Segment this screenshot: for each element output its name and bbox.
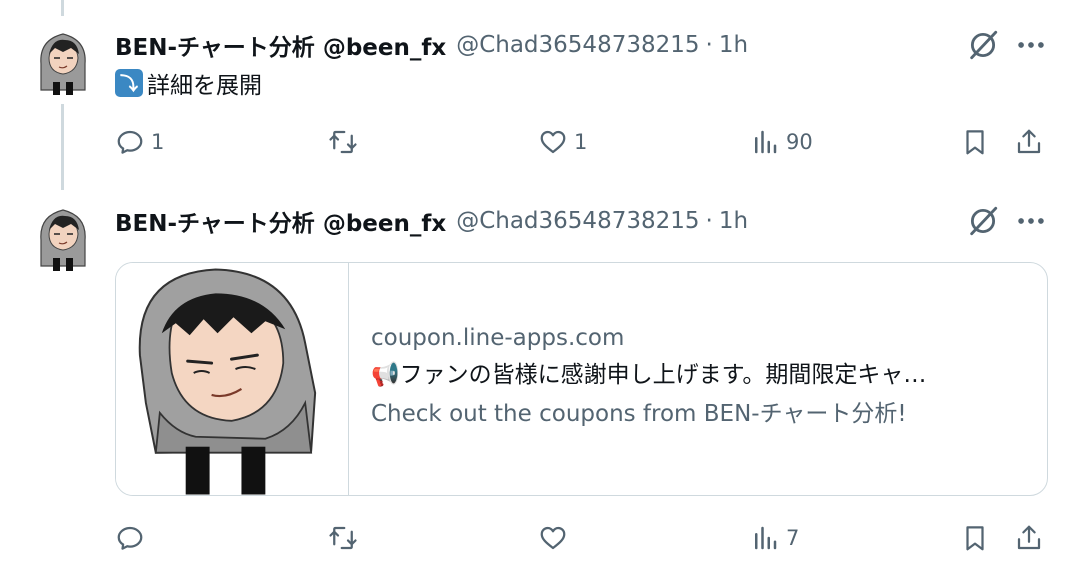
thread-connector-line <box>61 0 64 16</box>
bookmark-icon <box>960 127 990 157</box>
reply-button[interactable] <box>115 518 151 558</box>
views-count: 90 <box>786 130 813 154</box>
share-button[interactable] <box>1014 518 1044 558</box>
share-icon <box>1014 523 1044 553</box>
reply-icon <box>115 523 145 553</box>
action-bar: 7 <box>0 518 1090 558</box>
tweet-header: BEN-チャート分析 @been_fx @Chad36548738215 · 1… <box>115 28 748 62</box>
timestamp[interactable]: 1h <box>719 208 748 234</box>
separator-dot: · <box>705 32 713 58</box>
bookmark-button[interactable] <box>960 122 990 162</box>
link-card[interactable]: coupon.line-apps.com 📢ファンの皆様に感謝申し上げます。期間… <box>115 262 1048 496</box>
bookmark-icon <box>960 523 990 553</box>
more-dots-icon[interactable] <box>1014 204 1048 238</box>
separator-dot: · <box>705 208 713 234</box>
like-button[interactable] <box>538 518 574 558</box>
views-button[interactable]: 90 <box>750 122 813 162</box>
retweet-icon <box>328 523 358 553</box>
reply-icon <box>115 127 145 157</box>
action-bar: 1 1 90 <box>0 122 1090 162</box>
views-button[interactable]: 7 <box>750 518 799 558</box>
card-domain: coupon.line-apps.com <box>371 325 625 351</box>
share-icon <box>1014 127 1044 157</box>
tweet[interactable]: BEN-チャート分析 @been_fx @Chad36548738215 · 1… <box>0 16 1090 192</box>
heart-icon <box>538 523 568 553</box>
views-chart-icon <box>750 523 780 553</box>
avatar[interactable] <box>33 200 93 272</box>
grok-icon[interactable] <box>966 28 1000 62</box>
grok-icon[interactable] <box>966 204 1000 238</box>
views-count: 7 <box>786 526 800 550</box>
retweet-button[interactable] <box>328 122 364 162</box>
avatar[interactable] <box>33 24 93 96</box>
card-title: 📢ファンの皆様に感謝申し上げます。期間限定キャ… <box>371 362 927 388</box>
reply-count: 1 <box>151 130 165 154</box>
share-button[interactable] <box>1014 122 1044 162</box>
tweet-text: ⤵ 詳細を展開 <box>115 66 262 100</box>
card-description: Check out the coupons from BEN-チャート分析! <box>371 401 907 427</box>
author-handle[interactable]: @Chad36548738215 <box>456 208 699 234</box>
views-chart-icon <box>750 127 780 157</box>
author-handle[interactable]: @Chad36548738215 <box>456 32 699 58</box>
more-dots-icon[interactable] <box>1014 28 1048 62</box>
bookmark-button[interactable] <box>960 518 990 558</box>
retweet-button[interactable] <box>328 518 364 558</box>
author-name[interactable]: BEN-チャート分析 @been_fx <box>115 204 446 238</box>
tweet-header: BEN-チャート分析 @been_fx @Chad36548738215 · 1… <box>115 204 748 238</box>
card-text: coupon.line-apps.com 📢ファンの皆様に感謝申し上げます。期間… <box>371 321 1031 433</box>
timestamp[interactable]: 1h <box>719 32 748 58</box>
author-name[interactable]: BEN-チャート分析 @been_fx <box>115 28 446 62</box>
retweet-icon <box>328 127 358 157</box>
like-button[interactable]: 1 <box>538 122 587 162</box>
down-arrow-emoji-icon: ⤵ <box>115 69 143 97</box>
heart-icon <box>538 127 568 157</box>
reply-button[interactable]: 1 <box>115 122 164 162</box>
card-thumbnail <box>116 263 349 495</box>
tweet-text-content: 詳細を展開 <box>147 73 262 99</box>
tweet[interactable]: BEN-チャート分析 @been_fx @Chad36548738215 · 1… <box>0 192 1090 574</box>
like-count: 1 <box>574 130 588 154</box>
